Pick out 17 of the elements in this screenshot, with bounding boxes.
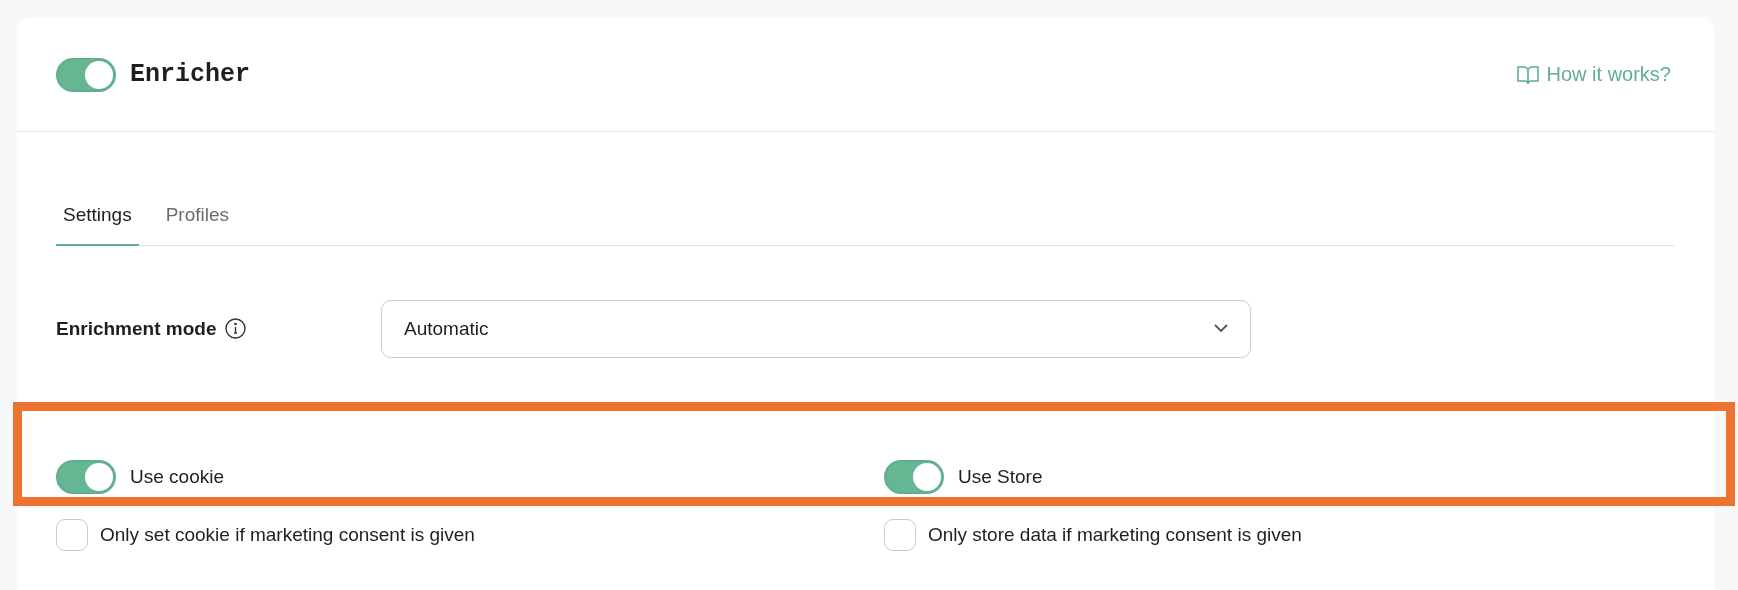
info-icon[interactable] — [225, 318, 247, 339]
checkbox-label: Only set cookie if marketing consent is given — [100, 524, 475, 546]
toggle-switch[interactable] — [884, 460, 944, 494]
book-icon — [1516, 64, 1539, 85]
toggle-switch[interactable] — [56, 57, 116, 92]
field-label: Enrichment mode — [56, 317, 217, 340]
panel-title: Enricher — [130, 60, 251, 89]
tab[interactable]: Profiles — [158, 204, 236, 246]
chevron-down-icon — [1214, 324, 1228, 333]
tab[interactable]: Settings — [56, 204, 139, 246]
toggle-switch[interactable] — [56, 460, 116, 494]
checkbox-label: Only store data if marketing consent is given — [928, 524, 1302, 546]
toggle-label: Use cookie — [130, 466, 224, 488]
consent-checkbox[interactable] — [56, 519, 88, 551]
toggle-label: Use Store — [958, 466, 1043, 488]
mode-dropdown[interactable]: Automatic — [381, 299, 1251, 358]
consent-checkbox[interactable] — [884, 519, 916, 551]
